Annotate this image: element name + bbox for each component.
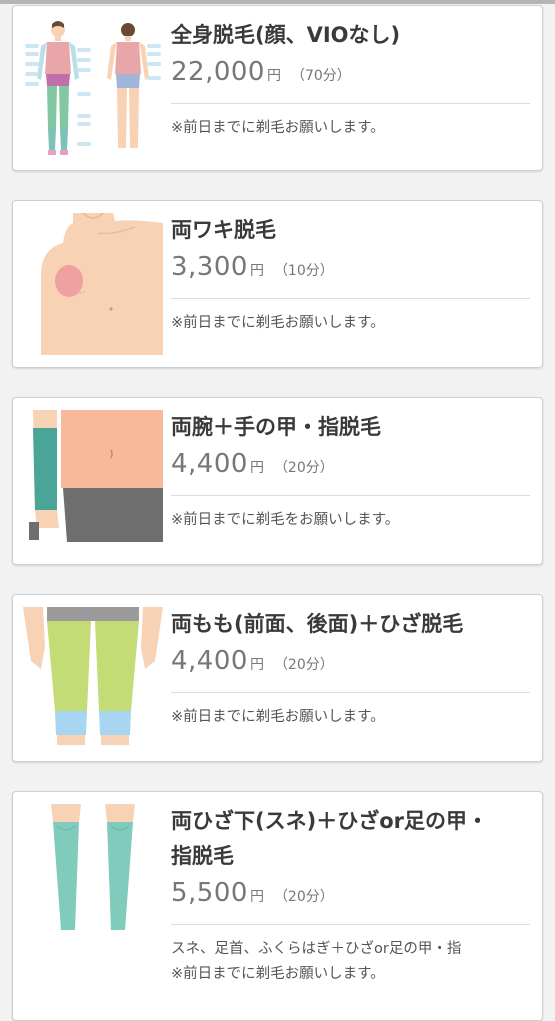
menu-info: 両ワキ脱毛 3,300 円 （10分） ※前日までに剃毛お願いします。 (171, 213, 530, 336)
price-unit: 円 (249, 889, 264, 905)
price: 4,400 (171, 449, 248, 479)
menu-note: ※前日までに剃毛お願いします。 (171, 315, 385, 331)
price-unit: 円 (249, 263, 264, 279)
divider (171, 103, 530, 104)
menu-info: 両ひざ下(スネ)＋ひざor足の甲・ 指脱毛 5,500 円 （20分） スネ、足首、… (171, 804, 530, 987)
menu-card-full-body[interactable]: 全身脱毛(顔、VIOなし) 22,000 円 （70分） ※前日までに剃毛お願いしま… (12, 5, 543, 171)
armpit-diagram-image (23, 213, 163, 355)
body-back-figure (107, 23, 149, 148)
body-front-figure (37, 21, 79, 155)
menu-note: スネ、足首、ふくらはぎ＋ひざor足の甲・指 ※前日までに剃毛お願いします。 (171, 941, 462, 982)
price-row: 4,400 円 （20分） (171, 646, 530, 682)
menu-title: 両もも(前面、後面)＋ひざ脱毛 (171, 612, 464, 636)
menu-note: ※前日までに剃毛をお願いします。 (171, 512, 400, 528)
menu-note: ※前日までに剃毛お願いします。 (171, 120, 385, 136)
lower-leg-diagram-image (23, 804, 163, 946)
menu-info: 両もも(前面、後面)＋ひざ脱毛 4,400 円 （20分） ※前日までに剃毛お願いし… (171, 607, 530, 730)
menu-title: 両ひざ下(スネ)＋ひざor足の甲・ 指脱毛 (171, 809, 488, 868)
menu-title: 両ワキ脱毛 (171, 218, 276, 242)
menu-note: ※前日までに剃毛お願いします。 (171, 709, 385, 725)
price: 5,500 (171, 878, 248, 908)
arm-hand-diagram-image (23, 410, 163, 552)
duration: （20分） (273, 657, 334, 673)
duration: （20分） (273, 460, 334, 476)
price: 3,300 (171, 252, 248, 282)
top-scroll-edge (0, 0, 555, 4)
price-unit: 円 (249, 657, 264, 673)
divider (171, 924, 530, 925)
menu-card-armpit[interactable]: 両ワキ脱毛 3,300 円 （10分） ※前日までに剃毛お願いします。 (12, 200, 543, 368)
divider (171, 298, 530, 299)
duration: （70分） (290, 68, 351, 84)
menu-title: 両腕＋手の甲・指脱毛 (171, 415, 381, 439)
thigh-knee-diagram-image (23, 607, 163, 749)
menu-card-thighs-knees[interactable]: 両もも(前面、後面)＋ひざ脱毛 4,400 円 （20分） ※前日までに剃毛お願いし… (12, 594, 543, 762)
price-unit: 円 (249, 460, 264, 476)
price-row: 22,000 円 （70分） (171, 57, 530, 93)
menu-info: 両腕＋手の甲・指脱毛 4,400 円 （20分） ※前日までに剃毛をお願いします。 (171, 410, 530, 533)
price-unit: 円 (266, 68, 281, 84)
menu-card-lower-legs[interactable]: 両ひざ下(スネ)＋ひざor足の甲・ 指脱毛 5,500 円 （20分） スネ、足首、… (12, 791, 543, 1021)
price-row: 4,400 円 （20分） (171, 449, 530, 485)
price: 4,400 (171, 646, 248, 676)
full-body-diagram-image (23, 18, 163, 160)
divider (171, 495, 530, 496)
price-row: 3,300 円 （10分） (171, 252, 530, 288)
duration: （20分） (273, 889, 334, 905)
menu-info: 全身脱毛(顔、VIOなし) 22,000 円 （70分） ※前日までに剃毛お願いしま… (171, 18, 530, 141)
price: 22,000 (171, 57, 265, 87)
divider (171, 692, 530, 693)
price-row: 5,500 円 （20分） (171, 878, 530, 914)
duration: （10分） (273, 263, 334, 279)
menu-title: 全身脱毛(顔、VIOなし) (171, 23, 401, 47)
menu-card-arms-hands[interactable]: 両腕＋手の甲・指脱毛 4,400 円 （20分） ※前日までに剃毛をお願いします。 (12, 397, 543, 565)
